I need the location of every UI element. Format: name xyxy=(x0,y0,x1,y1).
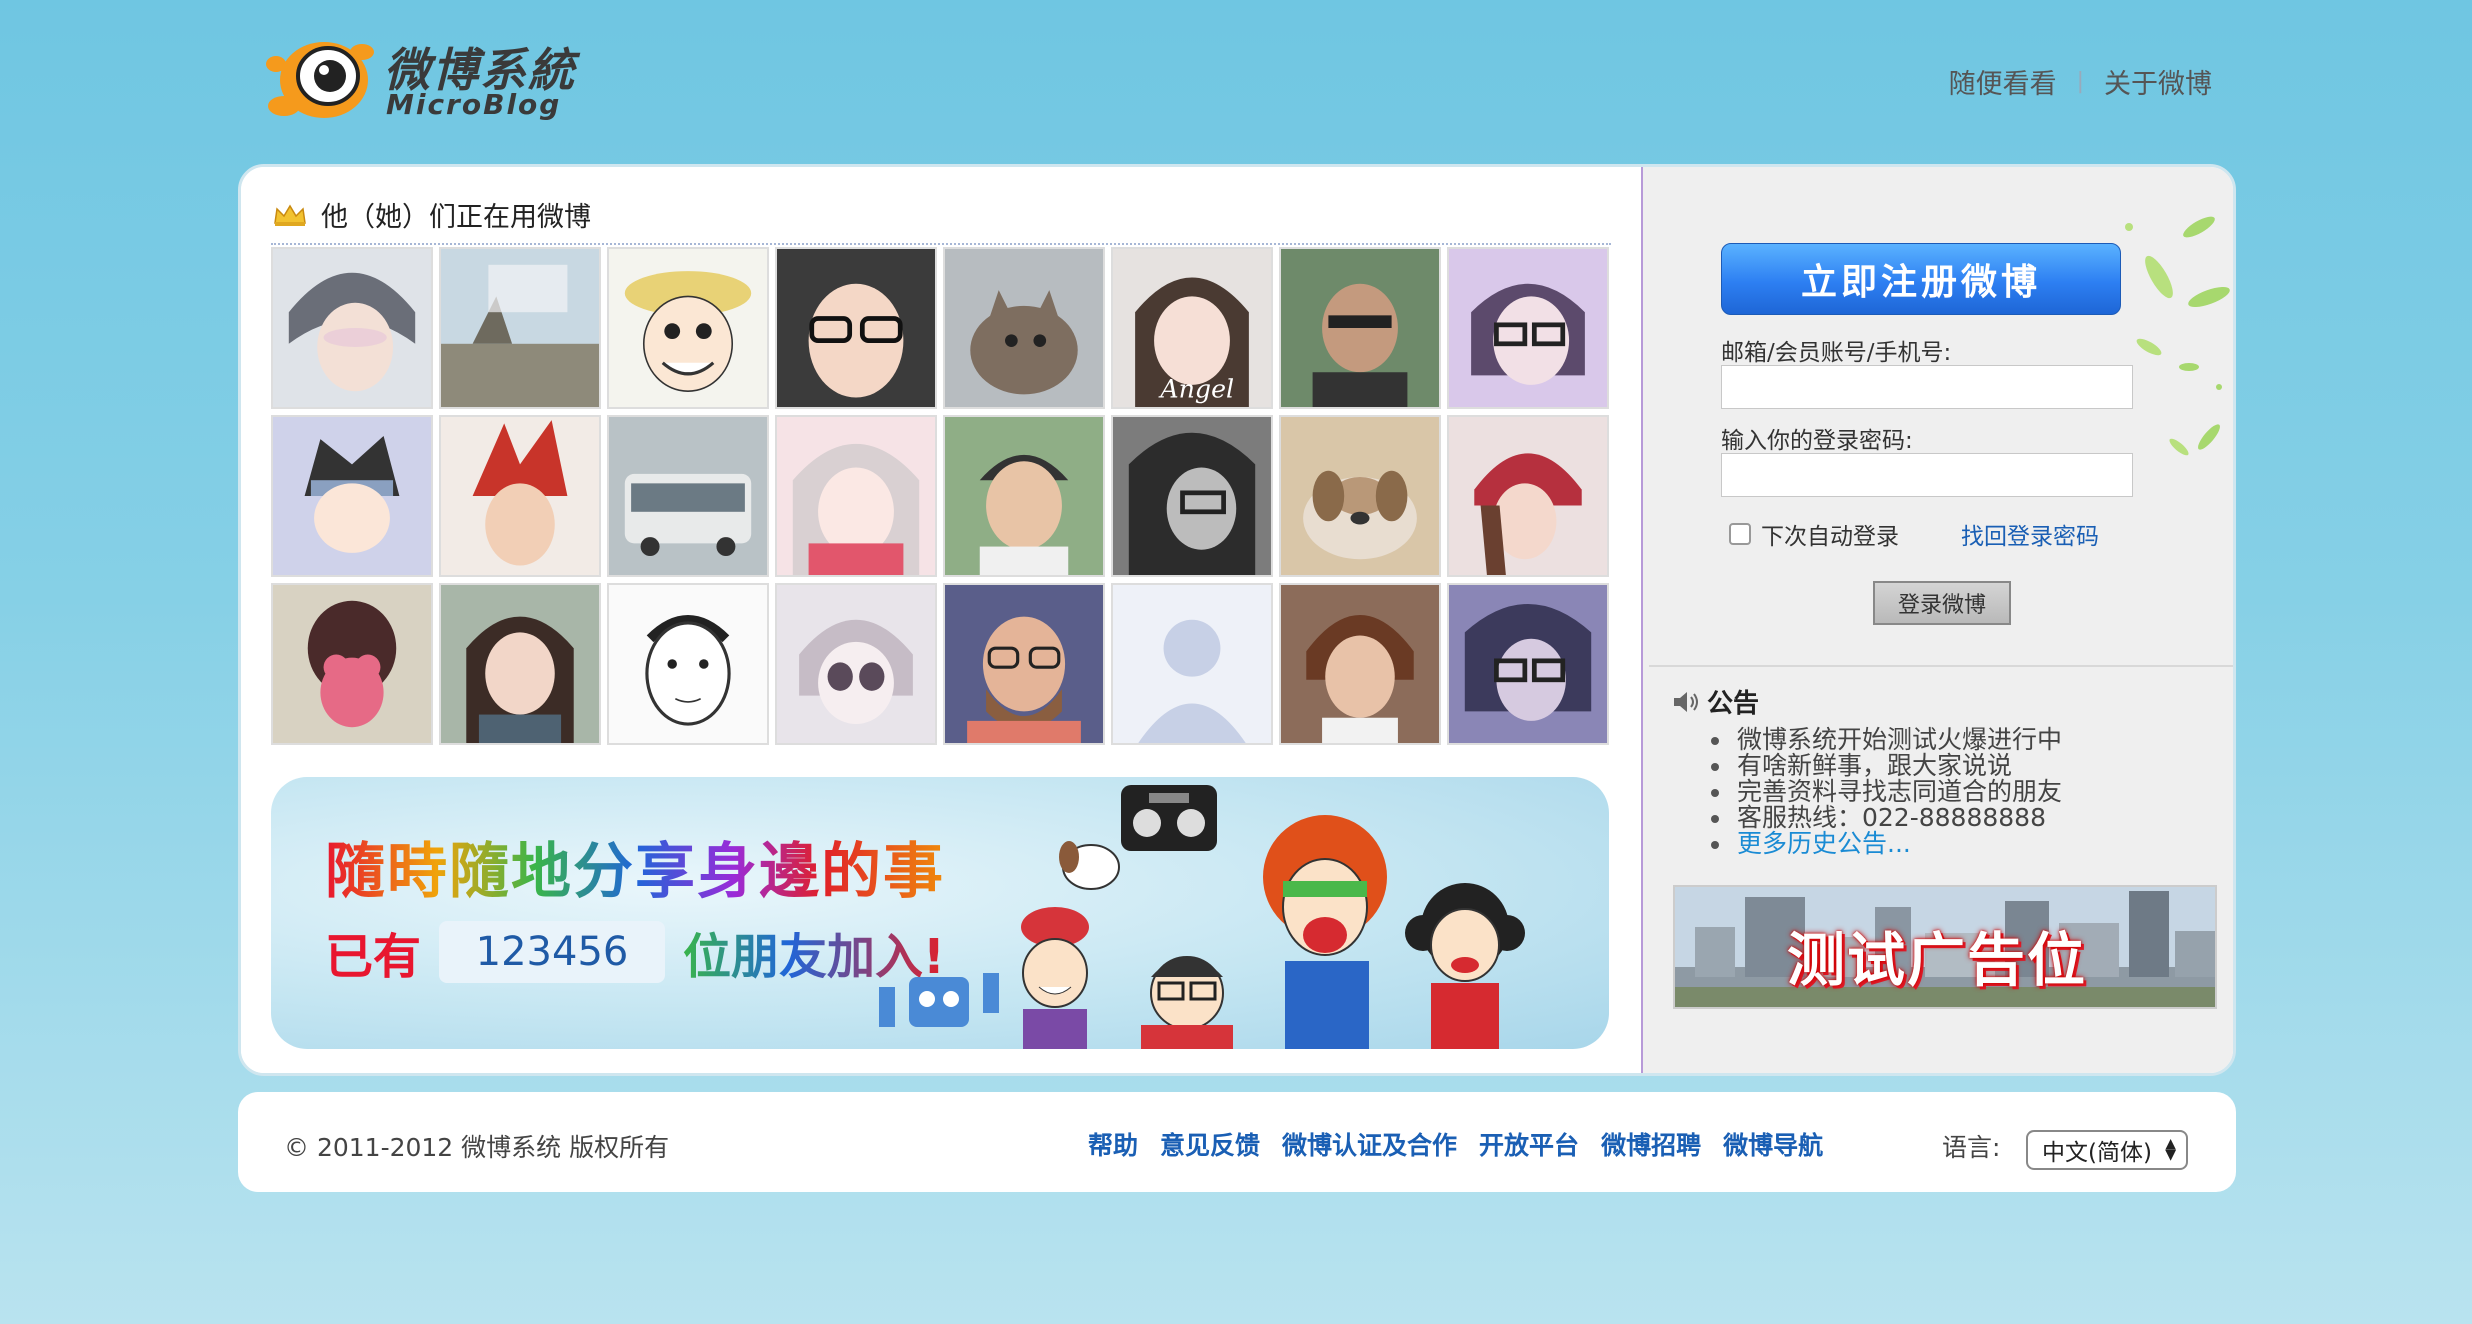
user-avatar[interactable] xyxy=(439,247,601,409)
language-select[interactable]: 中文(简体) ▲ ▼ xyxy=(2026,1130,2188,1170)
remember-checkbox[interactable] xyxy=(1729,523,1751,545)
language-label: 语言: xyxy=(1942,1133,2001,1162)
language-selected-value: 中文(简体) xyxy=(2042,1140,2152,1166)
ad-text: 测试广告位 xyxy=(1787,926,2088,994)
section-title-text: 他（她）们正在用微博 xyxy=(321,202,591,233)
logo-subtitle: MicroBlog xyxy=(386,88,562,121)
select-arrows-icon: ▲ ▼ xyxy=(2165,1136,2176,1163)
notice-list: 微博系统开始测试火爆进行中 有啥新鲜事，跟大家说说 完善资料寻找志同道合的朋友 … xyxy=(1709,727,2062,857)
section-divider xyxy=(271,243,1611,245)
forgot-password-link[interactable]: 找回登录密码 xyxy=(1961,517,2099,551)
top-nav: 随便看看 | 关于微博 xyxy=(1949,62,2212,101)
register-button[interactable]: 立即注册微博 xyxy=(1721,243,2121,315)
login-notice-divider xyxy=(1649,665,2233,667)
logo[interactable]: 微博系統 MicroBlog xyxy=(262,24,592,128)
nav-separator: | xyxy=(2076,69,2084,94)
user-avatar[interactable] xyxy=(607,247,769,409)
user-avatar[interactable] xyxy=(607,583,769,745)
user-avatar[interactable] xyxy=(271,583,433,745)
login-button[interactable]: 登录微博 xyxy=(1873,581,2011,625)
promo-banner: 隨時隨地分享身邊的事 已有 123456 位朋友加入! xyxy=(271,777,1609,1049)
main-panel: 他（她）们正在用微博 Angel 隨時隨地分享身邊的事 已有 123456 位朋… xyxy=(238,164,2236,1076)
notice-title-text: 公告 xyxy=(1707,689,1760,719)
nav-browse-link[interactable]: 随便看看 xyxy=(1949,62,2057,101)
banner-member-count: 已有 123456 位朋友加入! xyxy=(325,917,945,987)
users-panel: 他（她）们正在用微博 Angel 隨時隨地分享身邊的事 已有 123456 位朋… xyxy=(241,167,1641,1073)
section-title: 他（她）们正在用微博 xyxy=(273,195,591,234)
user-avatar[interactable] xyxy=(1111,415,1273,577)
user-avatar[interactable] xyxy=(1447,247,1609,409)
user-avatar[interactable] xyxy=(439,415,601,577)
user-avatar[interactable] xyxy=(775,415,937,577)
user-avatar[interactable] xyxy=(775,247,937,409)
notice-title: 公告 xyxy=(1671,683,1759,720)
copyright: © 2011-2012 微博系统 版权所有 xyxy=(284,1133,670,1162)
login-panel: 立即注册微博 邮箱/会员账号/手机号: 输入你的登录密码: 下次自动登录 找回登… xyxy=(1641,167,2233,1073)
crown-icon xyxy=(274,204,306,226)
banner-slogan: 隨時隨地分享身邊的事 xyxy=(325,823,945,910)
user-avatar[interactable] xyxy=(439,583,601,745)
user-avatar[interactable]: Angel xyxy=(1111,247,1273,409)
footer-link-jobs[interactable]: 微博招聘 xyxy=(1601,1126,1701,1162)
user-avatar[interactable] xyxy=(1111,583,1273,745)
member-count: 123456 xyxy=(439,921,666,983)
account-label: 邮箱/会员账号/手机号: xyxy=(1721,340,1952,366)
user-avatar[interactable] xyxy=(943,583,1105,745)
user-avatar[interactable] xyxy=(1279,583,1441,745)
footer: © 2011-2012 微博系统 版权所有 帮助 意见反馈 微博认证及合作 开放… xyxy=(238,1092,2236,1192)
cartoon-characters-illustration xyxy=(879,785,1525,1049)
banner-prefix: 已有 xyxy=(325,929,422,985)
password-input[interactable] xyxy=(1721,453,2133,497)
password-label: 输入你的登录密码: xyxy=(1721,428,1913,454)
footer-link-open-platform[interactable]: 开放平台 xyxy=(1479,1126,1579,1162)
user-avatar[interactable] xyxy=(1279,415,1441,577)
notice-item[interactable]: 完善资料寻找志同道合的朋友 xyxy=(1709,779,2062,805)
eye-mascot-icon xyxy=(266,42,374,118)
avatar-grid: Angel xyxy=(271,247,1613,745)
footer-link-navigation[interactable]: 微博导航 xyxy=(1723,1126,1823,1162)
ad-banner[interactable]: 测试广告位 xyxy=(1673,885,2217,1009)
nav-about-link[interactable]: 关于微博 xyxy=(2104,62,2212,101)
notice-item: 客服热线：022-88888888 xyxy=(1709,805,2062,831)
user-avatar[interactable] xyxy=(1447,583,1609,745)
notice-item[interactable]: 微博系统开始测试火爆进行中 xyxy=(1709,727,2062,753)
footer-link-verification[interactable]: 微博认证及合作 xyxy=(1282,1126,1457,1162)
user-avatar[interactable] xyxy=(775,583,937,745)
account-input[interactable] xyxy=(1721,365,2133,409)
svg-text:Angel: Angel xyxy=(1158,375,1234,404)
footer-link-help[interactable]: 帮助 xyxy=(1088,1126,1138,1162)
speaker-icon xyxy=(1674,691,1698,712)
user-avatar[interactable] xyxy=(1279,247,1441,409)
footer-links: 帮助 意见反馈 微博认证及合作 开放平台 微博招聘 微博导航 xyxy=(1088,1126,1823,1162)
more-notices-link[interactable]: 更多历史公告... xyxy=(1709,831,2062,857)
footer-link-feedback[interactable]: 意见反馈 xyxy=(1160,1126,1260,1162)
remember-me: 下次自动登录 xyxy=(1729,517,1899,551)
user-avatar[interactable] xyxy=(943,247,1105,409)
notice-item[interactable]: 有啥新鲜事，跟大家说说 xyxy=(1709,753,2062,779)
user-avatar[interactable] xyxy=(1447,415,1609,577)
user-avatar[interactable] xyxy=(607,415,769,577)
user-avatar[interactable] xyxy=(271,247,433,409)
leaf-decoration xyxy=(2125,216,2230,456)
remember-label: 下次自动登录 xyxy=(1761,524,1899,550)
user-avatar[interactable] xyxy=(943,415,1105,577)
user-avatar[interactable] xyxy=(271,415,433,577)
